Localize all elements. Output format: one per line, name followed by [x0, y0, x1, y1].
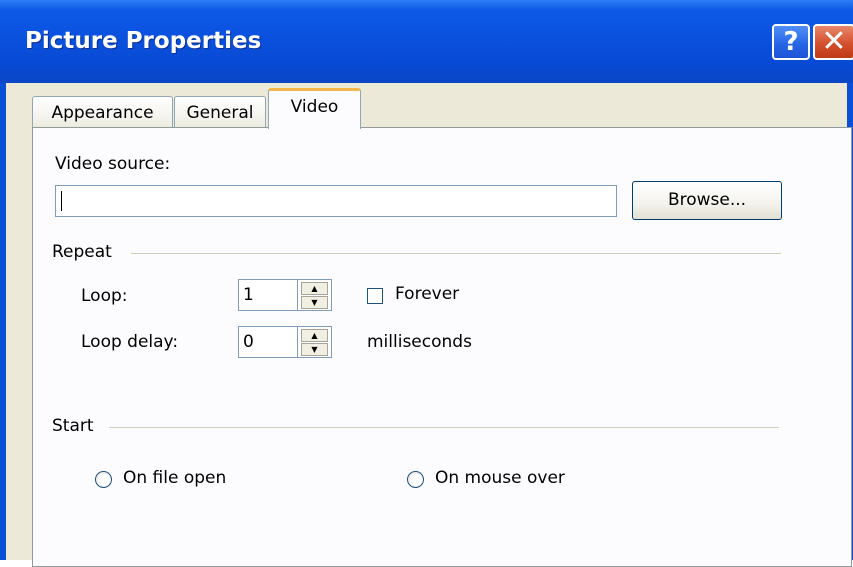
milliseconds-label: milliseconds	[367, 332, 472, 352]
on-file-open-label[interactable]: On file open	[123, 468, 226, 488]
on-mouse-over-label[interactable]: On mouse over	[435, 468, 565, 488]
loop-stepper: ▲ ▼	[298, 279, 332, 311]
spin-down-icon[interactable]: ▼	[301, 296, 328, 309]
loop-delay-input[interactable]: 0	[238, 326, 298, 358]
loop-label: Loop:	[81, 286, 128, 306]
repeat-group-label: Repeat	[52, 242, 112, 262]
loop-delay-stepper: ▲ ▼	[298, 326, 332, 358]
video-source-input[interactable]	[55, 185, 617, 217]
on-file-open-radio[interactable]	[95, 471, 112, 488]
start-group-divider	[109, 427, 779, 428]
tab-appearance[interactable]: Appearance	[32, 96, 173, 128]
tab-video[interactable]: Video	[268, 88, 361, 129]
close-button[interactable]: ✕	[813, 24, 853, 60]
dialog-window: Picture Properties ? ✕ Appearance Genera…	[0, 0, 853, 567]
forever-checkbox[interactable]	[367, 288, 383, 304]
tab-general[interactable]: General	[174, 96, 266, 128]
spin-up-icon[interactable]: ▲	[301, 329, 328, 342]
title-bar[interactable]: Picture Properties ? ✕	[0, 0, 853, 83]
browse-button[interactable]: Browse...	[632, 181, 782, 220]
spin-up-icon[interactable]: ▲	[301, 282, 328, 295]
window-title: Picture Properties	[25, 28, 262, 54]
video-source-label: Video source:	[55, 154, 171, 174]
loop-input[interactable]: 1	[238, 279, 298, 311]
loop-delay-label: Loop delay:	[81, 332, 179, 352]
video-tab-panel: Video source: Browse... Repeat Loop: 1 ▲…	[32, 127, 852, 567]
on-mouse-over-radio[interactable]	[407, 471, 424, 488]
help-button[interactable]: ?	[772, 24, 810, 60]
start-group-label: Start	[52, 416, 94, 436]
dialog-body: Appearance General Video Video source: B…	[6, 83, 852, 567]
text-caret	[61, 191, 62, 211]
repeat-group-divider	[131, 253, 781, 254]
spin-down-icon[interactable]: ▼	[301, 343, 328, 356]
forever-label[interactable]: Forever	[395, 284, 459, 304]
